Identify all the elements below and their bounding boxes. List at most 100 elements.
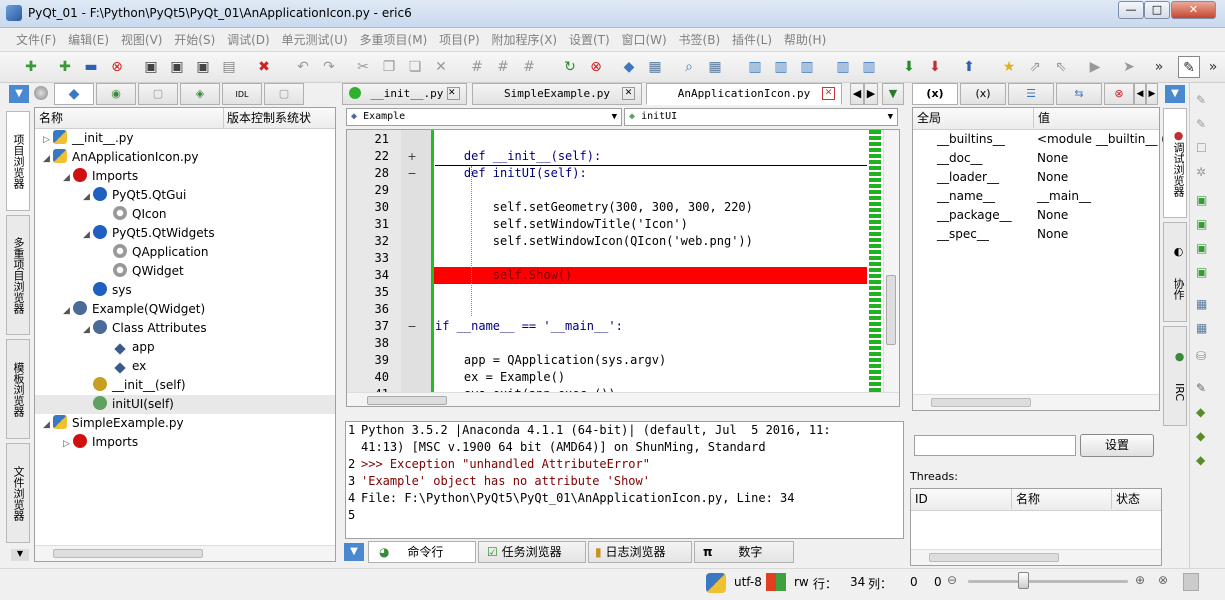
menu-bookmarks[interactable]: 书签(B): [675, 28, 725, 52]
menu-project[interactable]: 项目(P): [435, 28, 484, 52]
reload-icon[interactable]: ↻: [559, 56, 581, 78]
more-chevron-icon[interactable]: »: [1148, 56, 1170, 78]
size-grip-icon[interactable]: [1183, 573, 1199, 591]
copy-icon[interactable]: ❐: [378, 56, 400, 78]
comment-icon[interactable]: ☐: [1196, 141, 1207, 155]
zoom-reset-icon[interactable]: ⊗: [1158, 573, 1168, 587]
fold-marker[interactable]: +: [405, 148, 419, 165]
menu-plugins[interactable]: 插件(L): [728, 28, 776, 52]
column-id[interactable]: ID: [915, 492, 928, 506]
download-red-icon[interactable]: ⬇: [924, 56, 946, 78]
menu-unittest[interactable]: 单元测试(U): [278, 28, 352, 52]
editor-tab-init[interactable]: __init__.py ✕: [342, 83, 467, 105]
arrow-back-icon[interactable]: ⇖: [1050, 56, 1072, 78]
column-value[interactable]: 值: [1033, 108, 1050, 128]
scroll-down-icon[interactable]: ▼: [11, 549, 29, 561]
tree-item[interactable]: ▷ __init__.py: [35, 129, 335, 148]
tree-item[interactable]: ◢ Imports: [35, 167, 335, 186]
calc-icon[interactable]: ▦: [644, 56, 666, 78]
toggle-comment-icon[interactable]: #: [518, 56, 540, 78]
tab-scroll-left[interactable]: ◀: [850, 83, 864, 105]
zoom-in-icon[interactable]: ⊕: [1135, 573, 1145, 587]
menu-debug[interactable]: 调试(D): [223, 28, 274, 52]
shell-console[interactable]: 1 Python 3.5.2 |Anaconda 4.1.1 (64-bit)| …: [345, 421, 904, 539]
code-editor[interactable]: 21 22 + def __init__(self): 28 − def initUI(…: [346, 129, 900, 407]
snake-icon[interactable]: ◆: [1196, 405, 1205, 419]
tree-item[interactable]: __init__(self): [35, 376, 335, 395]
vtab-debug-viewer[interactable]: ●调试浏览器: [1163, 108, 1187, 218]
tab-exceptions[interactable]: ⊗: [1104, 83, 1134, 105]
bookmark-goto-icon[interactable]: ▥: [858, 56, 880, 78]
editor-tab-active[interactable]: AnApplicationIcon.py ✕: [646, 83, 842, 105]
forward-icon[interactable]: ▶: [1084, 56, 1106, 78]
vtab-project-browser[interactable]: 项目浏览器: [6, 111, 30, 211]
redo-icon[interactable]: ↷: [318, 56, 340, 78]
tab-log-viewer[interactable]: ▮ 日志浏览器: [588, 541, 692, 563]
new-project-icon[interactable]: ✚: [20, 56, 42, 78]
more-chevron-icon-2[interactable]: »: [1202, 56, 1224, 78]
qt-tool-icon[interactable]: ▣: [1196, 265, 1207, 279]
tab-interfaces[interactable]: IDL: [222, 83, 262, 105]
column-vcs[interactable]: 版本控制系统状: [223, 108, 311, 128]
filter-icon[interactable]: ▼: [9, 85, 29, 103]
menu-start[interactable]: 开始(S): [170, 28, 219, 52]
arrow-up-icon[interactable]: ⇗: [1024, 56, 1046, 78]
tree-hscrollbar[interactable]: [35, 545, 335, 561]
editor-vscrollbar[interactable]: [883, 130, 899, 392]
snake-alt-icon[interactable]: ◆: [1196, 429, 1205, 443]
variable-row[interactable]: __loader__ None: [913, 168, 1159, 187]
vars-hscrollbar[interactable]: [913, 394, 1159, 410]
vtab-multiproject-browser[interactable]: 多重项目浏览器: [6, 215, 30, 335]
tree-item[interactable]: QWidget: [35, 262, 335, 281]
editor-hscrollbar[interactable]: [347, 392, 899, 406]
vtab-cooperation[interactable]: ◐ 协作: [1163, 222, 1187, 322]
maximize-button[interactable]: □: [1144, 1, 1170, 19]
tree-item[interactable]: ◢ SimpleExample.py: [35, 414, 335, 433]
web-icon[interactable]: ▦: [1196, 321, 1207, 335]
delete-icon[interactable]: ✕: [430, 56, 452, 78]
tree-item[interactable]: QApplication: [35, 243, 335, 262]
tree-item[interactable]: ex: [35, 357, 335, 376]
tab-list-button[interactable]: ▼: [882, 83, 904, 105]
tab-task-viewer[interactable]: ☑ 任务浏览器: [478, 541, 586, 563]
vtab-template-browser[interactable]: 模板浏览器: [6, 339, 30, 439]
download-icon[interactable]: ⬇: [898, 56, 920, 78]
tree-item[interactable]: initUI(self): [35, 395, 335, 414]
tab-scroll-left[interactable]: ◀: [1134, 83, 1146, 105]
tree-item[interactable]: sys: [35, 281, 335, 300]
tab-scroll-right[interactable]: ▶: [1146, 83, 1158, 105]
edit-icon[interactable]: ✎: [1196, 381, 1206, 395]
bookmark-prev-icon[interactable]: ▥: [796, 56, 818, 78]
save-as-icon[interactable]: ▣: [166, 56, 188, 78]
tree-item[interactable]: ◢ PyQt5.QtWidgets: [35, 224, 335, 243]
scroll-thumb[interactable]: [53, 549, 203, 558]
menu-edit[interactable]: 编辑(E): [64, 28, 113, 52]
vtab-file-browser[interactable]: 文件浏览器: [6, 443, 30, 543]
tab-local-vars[interactable]: (x): [960, 83, 1006, 105]
column-status[interactable]: 状态: [1111, 489, 1140, 509]
variable-row[interactable]: __package__ None: [913, 206, 1159, 225]
tree-item[interactable]: app: [35, 338, 335, 357]
scroll-thumb[interactable]: [886, 275, 896, 345]
close-button[interactable]: ✕: [1171, 1, 1216, 19]
method-combo[interactable]: ◆ initUI ▼: [624, 108, 898, 126]
snake-third-icon[interactable]: ◆: [1196, 453, 1205, 467]
expand-arrow-icon[interactable]: ▷: [63, 435, 73, 454]
qt-designer-icon[interactable]: ▣: [1196, 193, 1207, 207]
tree-item[interactable]: ◢ PyQt5.QtGui: [35, 186, 335, 205]
next-icon[interactable]: ➤: [1118, 56, 1140, 78]
new-file-icon[interactable]: ✚: [54, 56, 76, 78]
close-all-icon[interactable]: ✖: [253, 56, 275, 78]
scroll-thumb[interactable]: [367, 396, 447, 405]
tab-callstack[interactable]: ☰: [1008, 83, 1054, 105]
menu-view[interactable]: 视图(V): [117, 28, 167, 52]
comment-icon[interactable]: #: [466, 56, 488, 78]
menu-settings[interactable]: 设置(T): [565, 28, 614, 52]
tab-numbers[interactable]: π 数字: [694, 541, 794, 563]
tab-breakpoints[interactable]: ⇆: [1056, 83, 1102, 105]
cut-icon[interactable]: ✂: [352, 56, 374, 78]
stop-icon[interactable]: ⊗: [585, 56, 607, 78]
tab-others[interactable]: ▢: [264, 83, 304, 105]
column-name[interactable]: 名称: [39, 111, 63, 125]
scroll-thumb[interactable]: [929, 553, 1059, 562]
